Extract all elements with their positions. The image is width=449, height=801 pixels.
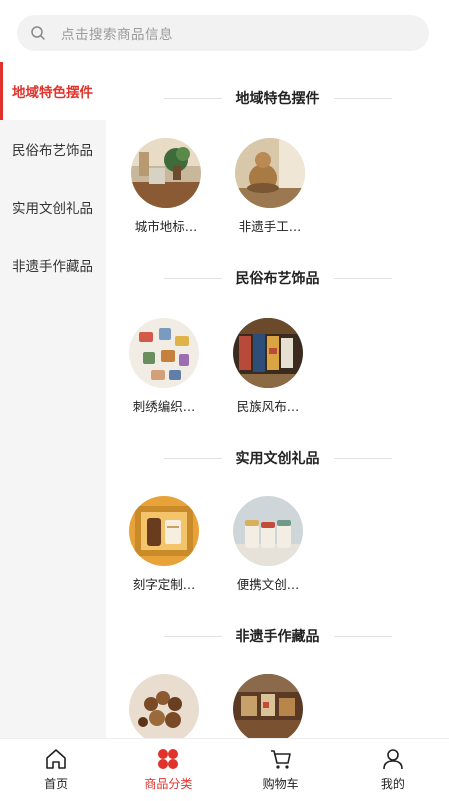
product-name: 民族风布…: [236, 399, 300, 414]
product-name: 城市地标…: [134, 219, 198, 234]
product-list: 地域特色摆件 城市地标… 非遗手工… 民俗布艺饰品 刺绣编织… 民族风布… 实用…: [106, 62, 449, 738]
section-header: 实用文创礼品: [106, 448, 449, 468]
divider: [333, 457, 392, 459]
product-image: [129, 674, 199, 738]
divider: [163, 97, 222, 99]
section-header: 地域特色摆件: [106, 88, 449, 108]
category-sidebar: 地域特色摆件 民俗布艺饰品 实用文创礼品 非遗手作藏品: [0, 62, 106, 738]
search-placeholder: 点击搜索商品信息: [61, 27, 173, 43]
product-card[interactable]: 刻字定制…: [118, 496, 210, 593]
tab-label: 购物车: [262, 777, 299, 791]
section-title: 民俗布艺饰品: [235, 271, 320, 287]
section-title: 实用文创礼品: [235, 451, 320, 467]
divider: [333, 97, 392, 99]
product-card[interactable]: 非遗手工…: [224, 138, 316, 235]
product-image: [233, 318, 303, 388]
bottom-tab-bar: 首页 商品分类 购物车 我的: [0, 738, 449, 801]
search-input[interactable]: 点击搜索商品信息: [17, 15, 429, 51]
product-name: 刺绣编织…: [132, 399, 196, 414]
category-icon: [158, 749, 179, 769]
tab-label: 首页: [44, 777, 69, 791]
section-header: 民俗布艺饰品: [106, 268, 449, 288]
sidebar-item-folk-fabric[interactable]: 民俗布艺饰品: [0, 120, 106, 178]
sidebar-item-label: 非遗手作藏品: [12, 259, 93, 275]
sidebar-item-label: 民俗布艺饰品: [12, 143, 93, 159]
product-card[interactable]: [118, 674, 210, 738]
section-title: 非遗手作藏品: [235, 629, 320, 645]
product-name: 非遗手工…: [238, 219, 302, 234]
product-card[interactable]: 民族风布…: [222, 318, 314, 415]
product-card[interactable]: 便携文创…: [222, 496, 314, 593]
section-title: 地域特色摆件: [235, 91, 320, 107]
section-header: 非遗手作藏品: [106, 626, 449, 646]
divider: [163, 457, 222, 459]
divider: [333, 277, 392, 279]
divider: [163, 635, 222, 637]
product-image: [131, 138, 201, 208]
tab-profile[interactable]: 我的: [337, 739, 449, 801]
sidebar-item-label: 实用文创礼品: [12, 201, 93, 217]
product-card[interactable]: 城市地标…: [120, 138, 212, 235]
sidebar-item-heritage-crafts[interactable]: 非遗手作藏品: [0, 236, 106, 294]
home-icon: [46, 749, 66, 769]
tab-label: 我的: [380, 777, 405, 791]
product-card[interactable]: 刺绣编织…: [118, 318, 210, 415]
divider: [333, 635, 392, 637]
sidebar-item-regional-ornaments[interactable]: 地域特色摆件: [0, 62, 106, 120]
tab-category[interactable]: 商品分类: [112, 739, 224, 801]
search-bar: 点击搜索商品信息: [0, 0, 449, 63]
search-icon: [31, 26, 45, 40]
user-icon: [383, 749, 403, 770]
sidebar-item-label: 地域特色摆件: [12, 85, 93, 101]
product-name: 便携文创…: [236, 577, 300, 592]
product-image: [233, 496, 303, 566]
tab-cart[interactable]: 购物车: [225, 739, 337, 801]
product-image: [129, 318, 199, 388]
cart-icon: [270, 750, 291, 769]
product-image: [233, 674, 303, 738]
tab-label: 商品分类: [144, 777, 193, 791]
sidebar-item-practical-gifts[interactable]: 实用文创礼品: [0, 178, 106, 236]
product-card[interactable]: [222, 674, 314, 738]
tab-home[interactable]: 首页: [0, 739, 112, 801]
product-name: 刻字定制…: [132, 577, 196, 592]
product-image: [235, 138, 305, 208]
product-image: [129, 496, 199, 566]
divider: [163, 277, 222, 279]
